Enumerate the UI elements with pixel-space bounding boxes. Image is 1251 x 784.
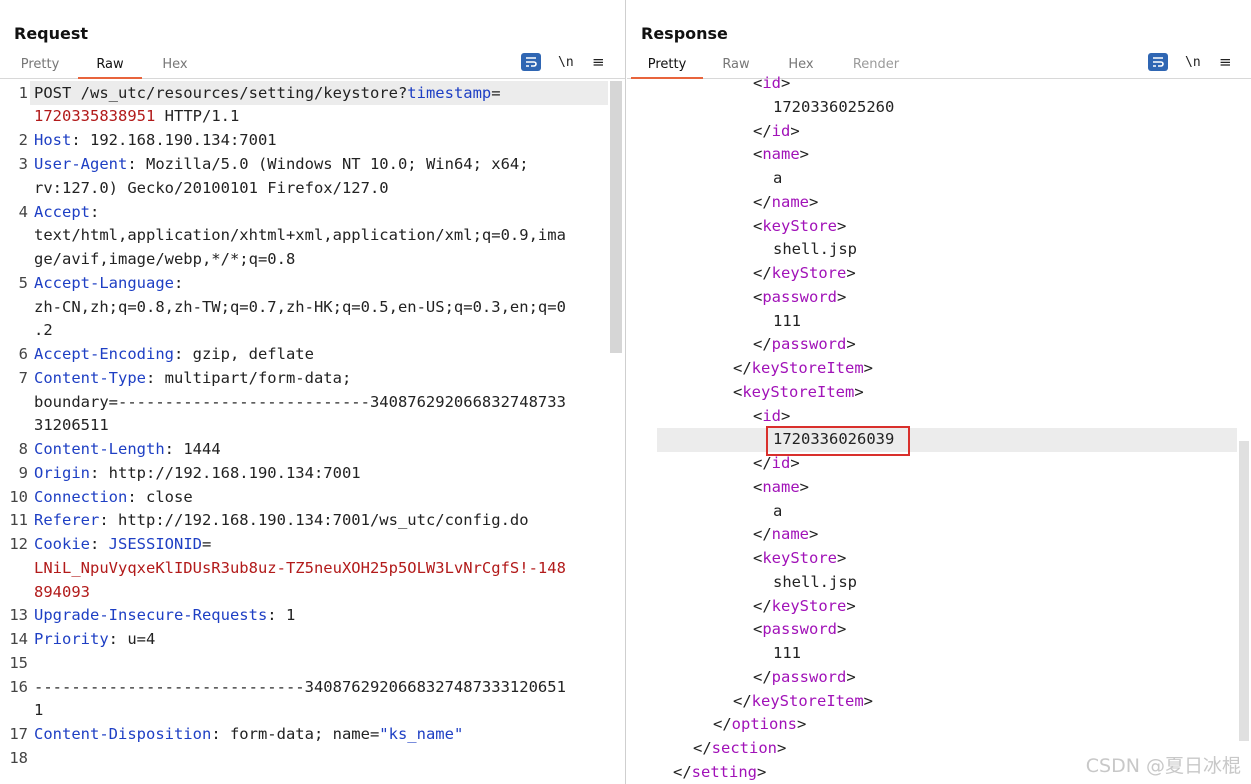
content-disposition: Content-Disposition: form-data; name="ks… [34,725,464,743]
header-referer: Referer: http://192.168.190.134:7001/ws_… [34,511,529,529]
tab-pretty[interactable]: Pretty [631,54,703,79]
request-line: .2 [34,321,53,339]
header-content-length: Content-Length: 1444 [34,440,221,458]
line-number: 13 [9,606,28,624]
tab-raw[interactable]: Raw [78,54,142,79]
highlight-box [766,426,910,457]
line-number: 6 [18,345,28,363]
line-number: 10 [9,488,28,506]
current-line-highlight [657,428,1237,453]
header-user-agent: User-Agent: Mozilla/5.0 (Windows NT 10.0… [34,155,529,173]
response-title: Response [641,24,728,43]
xml-tag-close: </keyStoreItem> [733,359,873,377]
line-number: 1 [18,84,28,102]
request-line: POST /ws_utc/resources/setting/keystore?… [34,84,501,102]
line-number: 9 [18,464,28,482]
xml-tag-close: </id> [753,121,800,140]
xml-tag-close: </options> [713,715,807,734]
xml-text: a [773,169,783,187]
line-number: 16 [9,678,28,696]
line-number: 5 [18,274,28,292]
xml-tag-open: <name> [753,145,810,164]
line-number: 15 [9,654,28,672]
xml-tag-open: <password> [753,620,847,639]
header-content-type: Content-Type: multipart/form-data; [34,369,352,387]
request-line: zh-CN,zh;q=0.8,zh-TW;q=0.7,zh-HK;q=0.5,e… [34,298,566,316]
tab-hex[interactable]: Hex [148,54,202,77]
xml-tag-open: <password> [753,287,847,306]
show-newlines-button[interactable]: \n [1185,54,1201,72]
line-number: 8 [18,440,28,458]
menu-icon[interactable]: ≡ [1219,53,1232,71]
request-line: boundary=---------------------------3408… [34,393,566,411]
xml-tag-open: <id> [753,406,791,425]
xml-tag-close: </password> [753,667,856,686]
request-line: ge/avif,image/webp,*/*;q=0.8 [34,250,296,268]
xml-tag-open: <keyStore> [753,549,847,567]
xml-tag-open: <name> [753,477,810,496]
line-number: 18 [9,749,28,767]
xml-tag-close: </section> [693,739,787,757]
xml-text: shell.jsp [773,572,857,591]
xml-text: 1720336025260 [773,97,895,116]
xml-tag-close: </id> [753,454,800,472]
header-upgrade-insecure: Upgrade-Insecure-Requests: 1 [34,606,296,624]
line-number: 12 [9,535,28,553]
request-line: rv:127.0) Gecko/20100101 Firefox/127.0 [34,179,389,197]
cookie-value: LNiL_NpuVyqxeKlIDUsR3ub8uz-TZ5neuXOH25p5… [34,559,566,577]
line-number: 7 [18,369,28,387]
xml-tag-close: </setting> [673,762,767,781]
word-wrap-icon[interactable] [521,53,541,71]
header-priority: Priority: u=4 [34,630,156,648]
xml-tag-open: <id> [753,74,791,92]
request-editor[interactable]: 1 2 3 4 5 6 7 8 9 10 11 12 13 14 15 16 1… [0,81,625,784]
xml-tag-close: </name> [753,192,819,211]
header-origin: Origin: http://192.168.190.134:7001 [34,464,361,482]
xml-text: 111 [773,311,801,330]
header-accept-encoding: Accept-Encoding: gzip, deflate [34,345,314,363]
xml-tag-close: </name> [753,525,819,544]
request-line: 1720335838951 HTTP/1.1 [34,107,240,125]
xml-text: a [773,501,783,520]
request-line: 31206511 [34,416,109,434]
watermark: CSDN @夏日冰棍 [1085,755,1241,777]
gutter [627,81,657,784]
line-number: 4 [18,203,28,221]
xml-tag-close: </keyStoreItem> [733,691,873,710]
header-connection: Connection: close [34,488,193,506]
multipart-boundary: 1 [34,701,44,719]
xml-text: shell.jsp [773,240,857,259]
header-host: Host: 192.168.190.134:7001 [34,131,277,149]
xml-tag-close: </keyStore> [753,596,856,615]
request-title: Request [14,24,89,43]
xml-tag-open: <keyStore> [753,216,847,235]
tab-render[interactable]: Render [845,54,907,77]
header-accept-language: Accept-Language: [34,274,184,292]
line-number: 11 [9,511,28,529]
response-editor[interactable]: <id> 1720336025260 </id> <name> a </name> <key… [627,74,1251,784]
scrollbar-thumb[interactable] [1239,441,1249,741]
xml-tag-close: </password> [753,335,856,354]
word-wrap-icon[interactable] [1148,53,1168,71]
request-line: text/html,application/xhtml+xml,applicat… [34,226,566,244]
tab-pretty[interactable]: Pretty [10,54,70,77]
header-cookie: Cookie: JSESSIONID= [34,535,212,553]
request-pane: Request Pretty Raw Hex \n ≡ 1 2 3 4 5 6 … [0,0,626,784]
header-accept: Accept: [34,203,100,221]
menu-icon[interactable]: ≡ [592,53,605,71]
cookie-value: 894093 [34,583,90,601]
line-number: 3 [18,155,28,173]
multipart-boundary: -----------------------------34087629206… [34,678,566,696]
line-number: 2 [18,131,28,149]
scrollbar-thumb[interactable] [610,81,622,353]
show-newlines-button[interactable]: \n [558,54,574,72]
line-number: 17 [9,725,28,743]
xml-tag-close: </keyStore> [753,264,856,282]
xml-text: 111 [773,644,801,662]
xml-tag-open: <keyStoreItem> [733,382,864,401]
line-number: 14 [9,630,28,648]
response-pane: Response Pretty Raw Hex Render \n ≡ <id>… [627,0,1251,784]
